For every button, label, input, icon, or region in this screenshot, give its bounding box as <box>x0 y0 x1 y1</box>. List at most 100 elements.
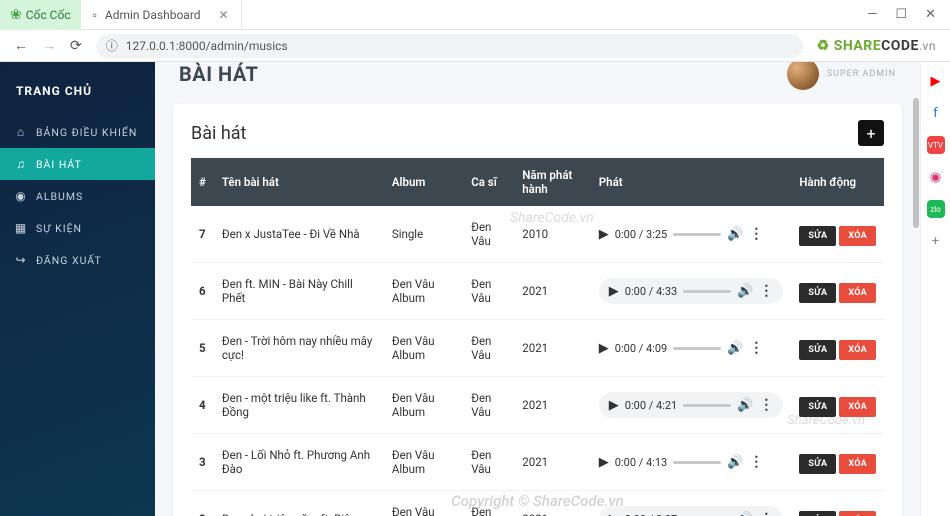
col-idx: # <box>191 158 214 206</box>
globe-icon: ⓘ <box>106 37 118 54</box>
audio-seek-bar[interactable] <box>673 347 721 350</box>
url-input[interactable]: ⓘ 127.0.0.1:8000/admin/musics <box>96 34 803 58</box>
sidebar-item-label: BẢNG ĐIỀU KHIỂN <box>36 126 137 139</box>
ext-icon[interactable]: f <box>927 104 945 122</box>
play-icon[interactable]: ▶ <box>599 227 609 242</box>
audio-player[interactable]: ▶ 0:00 / 4:33 🔊 ⋮ <box>599 278 784 304</box>
cell-name: Đen - một triệu like ft. Thành Đồng <box>214 377 384 434</box>
cell-album: Đen Vâu Album <box>384 263 463 320</box>
audio-more-icon[interactable]: ⋮ <box>759 397 773 413</box>
volume-icon[interactable]: 🔊 <box>727 341 743 356</box>
volume-icon[interactable]: 🔊 <box>737 398 753 413</box>
audio-player[interactable]: ▶ 0:00 / 4:21 🔊 ⋮ <box>599 392 784 418</box>
play-icon[interactable]: ▶ <box>599 341 609 356</box>
cell-name: Đen - hai triệu năm ft. Biên <box>214 491 384 516</box>
ext-icon[interactable]: ▶ <box>927 72 945 90</box>
edit-button[interactable]: SỬA <box>799 340 836 360</box>
extensions-strip: ▶ f VTV ◉ zlo + <box>920 62 950 516</box>
window-close-icon[interactable]: ✕ <box>925 7 936 22</box>
audio-seek-bar[interactable] <box>683 290 731 293</box>
ext-icon[interactable]: VTV <box>927 136 945 154</box>
sidebar-item-albums[interactable]: ◉ALBUMS <box>0 180 155 212</box>
audio-time: 0:00 / 4:33 <box>625 285 677 298</box>
delete-button[interactable]: XÓA <box>839 511 876 516</box>
window-maximize-icon[interactable]: ☐ <box>895 7 907 22</box>
ext-icon[interactable]: zlo <box>927 200 945 218</box>
play-icon[interactable]: ▶ <box>609 512 619 516</box>
cell-idx: 2 <box>191 491 214 516</box>
audio-time: 0:00 / 3:25 <box>615 228 667 241</box>
nav-reload-icon[interactable]: ⟳ <box>70 38 82 54</box>
cell-singer: Đen Vâu <box>463 434 514 491</box>
play-icon[interactable]: ▶ <box>599 455 609 470</box>
coccoc-brand-tab: ❀ Cốc Cốc <box>0 0 81 30</box>
audio-seek-bar[interactable] <box>673 461 721 464</box>
sidebar-icon: ⌂ <box>14 125 28 139</box>
edit-button[interactable]: SỬA <box>799 283 836 303</box>
volume-icon[interactable]: 🔊 <box>737 284 753 299</box>
audio-player[interactable]: ▶ 0:00 / 3:37 🔊 ⋮ <box>599 506 784 516</box>
url-text: 127.0.0.1:8000/admin/musics <box>126 39 288 53</box>
audio-more-icon[interactable]: ⋮ <box>749 226 763 242</box>
cell-year: 2021 <box>514 263 591 320</box>
sidebar-item-bảng-điều-khiển[interactable]: ⌂ BẢNG ĐIỀU KHIỂN <box>0 116 155 148</box>
edit-button[interactable]: SỬA <box>799 226 836 246</box>
audio-player[interactable]: ▶ 0:00 / 4:13 🔊 ⋮ <box>599 454 784 470</box>
cell-name: Đen ft. MIN - Bài Này Chill Phết <box>214 263 384 320</box>
cell-year: 2021 <box>514 320 591 377</box>
delete-button[interactable]: XÓA <box>839 397 876 417</box>
table-row: 6 Đen ft. MIN - Bài Này Chill Phết Đen V… <box>191 263 884 320</box>
cell-singer: Đen Vâu <box>463 491 514 516</box>
cell-actions: SỬAXÓA <box>791 206 884 263</box>
page-header: BÀI HÁT SUPER ADMIN <box>155 62 920 88</box>
volume-icon[interactable]: 🔊 <box>727 455 743 470</box>
audio-player[interactable]: ▶ 0:00 / 3:25 🔊 ⋮ <box>599 226 784 242</box>
close-tab-icon[interactable]: ✕ <box>219 8 229 22</box>
sharecode-logo: ♻ SHARECODE.vn <box>817 38 936 54</box>
content-scrollbar[interactable] <box>912 62 920 516</box>
audio-seek-bar[interactable] <box>673 233 721 236</box>
address-bar: ← → ⟳ ⓘ 127.0.0.1:8000/admin/musics ♻ SH… <box>0 30 950 62</box>
cell-play: ▶ 0:00 / 4:09 🔊 ⋮ <box>591 320 792 377</box>
edit-button[interactable]: SỬA <box>799 511 836 516</box>
play-icon[interactable]: ▶ <box>609 398 619 413</box>
user-chip[interactable]: SUPER ADMIN <box>787 62 896 90</box>
delete-button[interactable]: XÓA <box>839 454 876 474</box>
col-actions: Hành động <box>791 158 884 206</box>
audio-player[interactable]: ▶ 0:00 / 4:09 🔊 ⋮ <box>599 340 784 356</box>
nav-back-icon[interactable]: ← <box>14 37 28 54</box>
edit-button[interactable]: SỬA <box>799 397 836 417</box>
ext-icon[interactable]: + <box>927 232 945 250</box>
sidebar-item-bài-hát[interactable]: ♫BÀI HÁT <box>0 148 155 180</box>
sidebar-item-sự-kiện[interactable]: ▦SỰ KIỆN <box>0 212 155 244</box>
browser-tab[interactable]: ▫ Admin Dashboard ✕ <box>81 0 242 30</box>
sidebar-item-đăng-xuất[interactable]: ↪ĐĂNG XUẤT <box>0 244 155 276</box>
cell-play: ▶ 0:00 / 3:25 🔊 ⋮ <box>591 206 792 263</box>
play-icon[interactable]: ▶ <box>609 284 619 299</box>
volume-icon[interactable]: 🔊 <box>727 227 743 242</box>
delete-button[interactable]: XÓA <box>839 340 876 360</box>
audio-more-icon[interactable]: ⋮ <box>749 454 763 470</box>
cell-actions: SỬAXÓA <box>791 377 884 434</box>
audio-seek-bar[interactable] <box>683 404 731 407</box>
col-album: Album <box>384 158 463 206</box>
audio-more-icon[interactable]: ⋮ <box>759 283 773 299</box>
edit-button[interactable]: SỬA <box>799 454 836 474</box>
delete-button[interactable]: XÓA <box>839 283 876 303</box>
volume-icon[interactable]: 🔊 <box>737 512 753 516</box>
ext-icon[interactable]: ◉ <box>927 168 945 186</box>
cell-actions: SỬAXÓA <box>791 320 884 377</box>
audio-time: 0:00 / 4:13 <box>615 456 667 469</box>
audio-more-icon[interactable]: ⋮ <box>749 340 763 356</box>
coccoc-label: Cốc Cốc <box>26 8 71 22</box>
col-name: Tên bài hát <box>214 158 384 206</box>
cell-album: Đen Vâu Album <box>384 320 463 377</box>
add-song-button[interactable]: + <box>858 120 884 146</box>
nav-forward-icon[interactable]: → <box>42 37 56 54</box>
cell-idx: 7 <box>191 206 214 263</box>
audio-more-icon[interactable]: ⋮ <box>759 511 773 516</box>
sidebar-brand: TRANG CHỦ <box>0 74 155 116</box>
window-minimize-icon[interactable]: — <box>867 7 877 22</box>
user-role: SUPER ADMIN <box>827 69 896 79</box>
delete-button[interactable]: XÓA <box>839 226 876 246</box>
